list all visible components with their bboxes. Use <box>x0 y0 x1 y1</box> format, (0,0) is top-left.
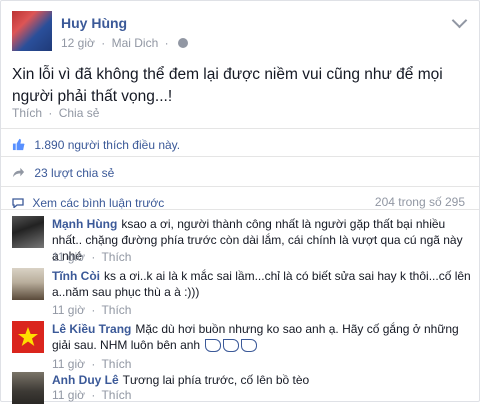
divider <box>1 128 479 129</box>
comment-meta: 11 giờ · Thích <box>52 303 132 317</box>
comment-like-button[interactable]: Thích <box>101 357 131 371</box>
comment-like-button[interactable]: Thích <box>101 388 131 402</box>
comment-text: ks a ơi..k ai là k mắc sai lầm...chỉ là … <box>52 269 471 299</box>
commenter-name[interactable]: Lê Kiều Trang <box>52 322 131 336</box>
commenter-name[interactable]: Tĩnh Còi <box>52 269 100 283</box>
comments-count: 204 trong số 295 <box>374 195 465 209</box>
likes-count[interactable]: 1.890 người thích điều này. <box>12 137 180 152</box>
share-button[interactable]: Chia sẻ <box>59 106 100 120</box>
post-text: Xin lỗi vì đã không thể đem lại được niề… <box>12 66 443 105</box>
shares-count[interactable]: 23 lượt chia sẻ <box>12 165 114 180</box>
post-time[interactable]: 12 giờ <box>61 36 95 50</box>
share-icon <box>12 168 25 178</box>
comment-time[interactable]: 11 giờ <box>52 303 85 317</box>
divider <box>1 186 479 187</box>
divider <box>1 156 479 157</box>
chevron-down-icon[interactable] <box>451 12 468 29</box>
comment-time[interactable]: 11 giờ <box>52 357 85 371</box>
thumbs-up-icon <box>12 139 25 151</box>
post-location[interactable]: Mai Dich <box>112 36 159 50</box>
commenter-avatar[interactable] <box>12 216 44 248</box>
post-meta: 12 giờ · Mai Dich · <box>61 35 188 50</box>
comment-text: Tương lai phía trước, cố lên bồ tèo <box>122 373 310 387</box>
post-actions: Thích · Chia sẻ <box>12 106 100 120</box>
post-author-name[interactable]: Huy Hùng <box>61 15 127 31</box>
commenter-name[interactable]: Anh Duy Lê <box>52 373 119 387</box>
post-card: Huy Hùng 12 giờ · Mai Dich · Xin lỗi vì … <box>0 0 480 404</box>
comment-time[interactable]: 11 giờ <box>52 388 85 402</box>
emoticon-icon <box>205 339 222 353</box>
comment-meta: 11 giờ · Thích <box>52 250 132 264</box>
comment-time[interactable]: 11 giờ <box>52 250 85 264</box>
likes-text[interactable]: 1.890 người thích điều này. <box>34 138 180 152</box>
comment-like-button[interactable]: Thích <box>101 250 131 264</box>
like-button[interactable]: Thích <box>12 106 42 120</box>
emoticon-icon <box>223 339 240 353</box>
view-previous-comments-label[interactable]: Xem các bình luận trước <box>32 196 164 210</box>
author-avatar[interactable] <box>12 11 52 51</box>
commenter-avatar[interactable] <box>12 268 44 300</box>
comment-meta: 11 giờ · Thích <box>52 357 132 371</box>
comment-meta: 11 giờ · Thích <box>52 388 132 402</box>
flag-star-icon <box>18 327 38 346</box>
shares-text[interactable]: 23 lượt chia sẻ <box>34 166 114 180</box>
emoticon-icon <box>241 339 258 353</box>
comment-like-button[interactable]: Thích <box>101 303 131 317</box>
commenter-avatar[interactable] <box>12 321 44 353</box>
globe-icon[interactable] <box>177 37 188 48</box>
view-previous-comments[interactable]: Xem các bình luận trước <box>12 195 164 210</box>
commenter-avatar[interactable] <box>12 372 44 404</box>
commenter-name[interactable]: Mạnh Hùng <box>52 217 117 231</box>
comment-icon <box>12 198 24 208</box>
divider <box>1 209 479 210</box>
